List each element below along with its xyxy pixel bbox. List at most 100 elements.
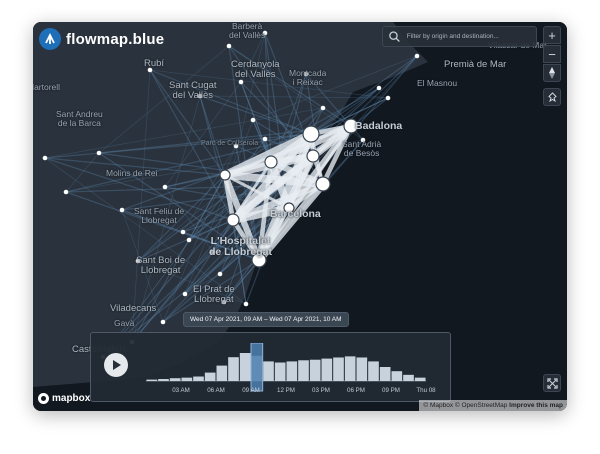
fullscreen-button[interactable] — [543, 374, 561, 392]
mapbox-logo[interactable]: mapbox — [38, 393, 90, 404]
place-label: Barcelona — [270, 208, 321, 220]
copyright-link[interactable]: © Mapbox © OpenStreetMap — [423, 402, 507, 409]
app-title: flowmap.blue — [66, 30, 165, 48]
time-tick-label: 12 PM — [277, 387, 295, 394]
place-label: Martorell — [33, 82, 61, 92]
play-button[interactable] — [104, 353, 128, 377]
histogram-bar — [239, 353, 251, 381]
logo-icon — [39, 28, 61, 50]
place-label: Viladecans — [110, 303, 157, 314]
hub-node[interactable] — [302, 125, 320, 143]
histogram-bar — [321, 358, 333, 381]
place-label: Molins de Rei — [106, 168, 158, 178]
location-node[interactable] — [96, 150, 102, 156]
place-label: Premià de Mar — [444, 59, 507, 70]
histogram-bar — [158, 379, 169, 381]
histogram-bar — [356, 357, 368, 381]
location-node[interactable] — [238, 79, 244, 85]
histogram-bar — [286, 361, 298, 381]
place-label: El Masnou — [417, 78, 458, 88]
time-tick-label: Thu 08 — [416, 387, 436, 394]
histogram-bar — [414, 377, 426, 381]
histogram-bar — [333, 357, 344, 381]
place-label: Barberà del Vallès — [229, 22, 266, 40]
play-icon — [113, 360, 121, 370]
histogram-bar — [368, 361, 379, 381]
time-tick-label: 06 PM — [347, 387, 365, 394]
histogram-bar — [379, 367, 391, 381]
histogram-bar — [298, 360, 309, 381]
histogram-bar — [274, 362, 286, 381]
place-label: El Prat de Llobregat — [193, 284, 235, 305]
mapbox-icon — [38, 393, 49, 404]
expand-icon — [546, 377, 558, 389]
place-label: L'Hospitalet de Llobregat — [209, 235, 273, 258]
zoom-in-button[interactable]: + — [543, 26, 561, 44]
time-histogram[interactable]: 03 AM 06 AM 09 AM 12 PM 03 PM 06 PM 09 PM Thu 0… — [146, 343, 436, 395]
location-node[interactable] — [262, 136, 268, 142]
location-node[interactable] — [320, 105, 326, 111]
histogram-bar — [146, 379, 158, 381]
location-node[interactable] — [414, 53, 420, 59]
place-label: Sant Andreu de la Barca — [56, 109, 103, 128]
improve-map-link[interactable]: Improve this map — [509, 402, 563, 409]
location-node[interactable] — [182, 291, 188, 297]
histogram-bar — [181, 377, 193, 381]
hub-node[interactable] — [315, 176, 331, 192]
location-node[interactable] — [160, 319, 166, 325]
map-attribution: © Mapbox © OpenStreetMap Improve this ma… — [419, 400, 567, 411]
location-node[interactable] — [180, 229, 186, 235]
reset-bearing-button[interactable] — [543, 64, 561, 82]
hub-node[interactable] — [264, 155, 278, 169]
app-logo[interactable]: flowmap.blue — [39, 28, 164, 50]
location-node[interactable] — [186, 237, 192, 243]
search-box[interactable] — [382, 26, 537, 47]
timeline-panel: 03 AM 06 AM 09 AM 12 PM 03 PM 06 PM 09 PM Thu 0… — [90, 332, 451, 402]
location-node[interactable] — [217, 271, 223, 277]
histogram-bar — [263, 361, 274, 381]
time-tick-label: 06 AM — [207, 387, 225, 394]
place-label: Badalona — [355, 120, 403, 132]
time-selection-tooltip: Wed 07 Apr 2021, 09 AM – Wed 07 Apr 2021… — [183, 312, 349, 327]
histogram-bar — [344, 356, 356, 381]
place-label: Sant Boi de Llobregat — [136, 255, 186, 276]
place-label: Montcada i Reixac — [289, 68, 327, 87]
time-tick-label: 03 AM — [172, 387, 190, 394]
location-node[interactable] — [63, 189, 69, 195]
histogram-bar — [204, 372, 216, 381]
hub-node[interactable] — [226, 213, 240, 227]
search-icon — [389, 31, 400, 42]
location-node[interactable] — [119, 207, 125, 213]
location-node[interactable] — [376, 85, 382, 91]
time-tick-label: 09 PM — [382, 387, 400, 394]
histogram-bar — [228, 357, 239, 381]
location-node[interactable] — [243, 301, 249, 307]
app-window: Barberàdel VallèsVilassar de MarPremià d… — [33, 22, 567, 411]
location-node[interactable] — [162, 184, 168, 190]
histogram-bar — [403, 374, 414, 381]
hub-node[interactable] — [306, 149, 320, 163]
search-input[interactable] — [404, 32, 536, 41]
histogram-bar — [391, 371, 403, 381]
minus-icon: − — [548, 46, 556, 62]
lock-view-button[interactable] — [543, 88, 561, 106]
location-node[interactable] — [250, 117, 256, 123]
place-label: Sant Adrià de Besòs — [342, 139, 382, 158]
histogram-bar — [193, 376, 204, 381]
pin-icon — [547, 91, 557, 102]
histogram-bar — [216, 365, 228, 381]
location-node[interactable] — [42, 155, 48, 161]
location-node[interactable] — [385, 95, 391, 101]
location-node[interactable] — [226, 43, 232, 49]
histogram-bar — [169, 378, 181, 381]
place-label: Rubí — [144, 58, 165, 69]
place-label: Gavà — [114, 318, 135, 328]
place-label: Sant Feliu de Llobregat — [134, 206, 185, 225]
time-selection-brush[interactable] — [250, 343, 264, 392]
place-label: Parc de Collserola — [201, 140, 259, 147]
zoom-out-button[interactable]: − — [543, 45, 561, 63]
compass-icon — [549, 67, 555, 79]
hub-node[interactable] — [219, 169, 231, 181]
time-tick-label: 09 AM — [242, 387, 260, 394]
histogram-bar — [309, 359, 321, 381]
